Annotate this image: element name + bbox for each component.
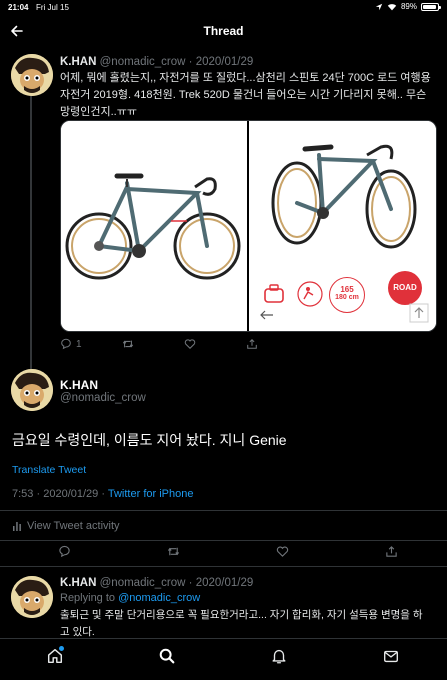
spec-strip: 165 180 cm ROAD <box>249 267 436 331</box>
tweet-date[interactable]: 2020/01/29 <box>43 488 98 500</box>
location-icon <box>375 3 383 10</box>
avatar-illustration-icon <box>11 576 53 618</box>
tweet-text-line: 어제, 뭐에 홀렸는지,, 자전거를 또 질렀다...삼천리 스핀토 24단 7… <box>60 72 431 84</box>
separator: · <box>188 577 193 589</box>
tweet-text-line: 자전거 2019형. 418천원. Trek 520D 물건너 들어오는 시간 … <box>60 89 427 101</box>
bike-side-icon <box>65 173 241 280</box>
share-icon <box>247 338 257 349</box>
rider-icon <box>297 281 323 307</box>
tweet-text: 어제, 뭐에 홀렸는지,, 자전거를 또 질렀다...삼천리 스핀토 24단 7… <box>60 70 440 121</box>
road-badge: ROAD <box>388 271 422 305</box>
battery-percent: 89% <box>400 2 417 11</box>
tweet-meta: 7:53 · 2020/01/29 · Twitter for iPhone <box>12 488 193 500</box>
avatar-illustration-icon <box>11 54 53 96</box>
heart-icon[interactable] <box>276 545 289 558</box>
tweet-text: 출퇴근 및 주말 단거리용으로 꼭 필요한거라고... 자기 합리화, 자기 설… <box>60 607 440 641</box>
retweet-button[interactable] <box>122 338 184 350</box>
notification-dot <box>59 646 64 651</box>
separator: · <box>101 488 106 500</box>
status-time: 21:04 <box>8 3 29 12</box>
replying-label: Replying to <box>60 592 116 604</box>
size-value: 165 <box>340 285 354 294</box>
author-name[interactable]: K.HAN <box>60 378 98 392</box>
battery-icon <box>421 2 441 11</box>
size-badge: 165 180 cm <box>329 277 365 313</box>
reply-count: 1 <box>76 338 82 350</box>
avatar[interactable] <box>11 54 53 96</box>
bike-photo-angle[interactable]: 165 180 cm ROAD <box>249 121 436 331</box>
arrow-left-icon <box>260 310 273 320</box>
status-date: Fri Jul 15 <box>36 3 69 12</box>
bar-chart-icon <box>13 522 21 531</box>
nav-bar: Thread <box>0 16 447 46</box>
tab-search[interactable] <box>158 647 178 667</box>
tweet-text: 금요일 수령인데, 이름도 지어 놨다. 지니 Genie <box>12 432 287 448</box>
author-handle[interactable]: @nomadic_crow <box>100 56 186 68</box>
luggage-icon <box>264 284 284 303</box>
tweet-date[interactable]: 2020/01/29 <box>196 56 254 68</box>
replying-to-link[interactable]: @nomadic_crow <box>118 592 200 604</box>
source-link[interactable]: Twitter for iPhone <box>108 488 194 500</box>
like-button[interactable] <box>184 338 246 350</box>
tab-bar <box>0 638 447 680</box>
tweet-actions: 1 <box>60 338 260 350</box>
avatar[interactable] <box>11 576 53 618</box>
tweet-text-line: 망령인건지..ㅠㅠ <box>60 106 137 118</box>
search-icon <box>159 648 175 664</box>
page-title: Thread <box>203 24 244 38</box>
tab-messages[interactable] <box>382 647 402 667</box>
divider <box>0 566 447 567</box>
author-name[interactable]: K.HAN <box>60 56 96 68</box>
bike-photo-side[interactable] <box>61 121 247 331</box>
author-handle[interactable]: @nomadic_crow <box>100 577 186 589</box>
share-button[interactable] <box>246 338 258 350</box>
reply-button[interactable]: 1 <box>60 338 122 350</box>
share-icon[interactable] <box>385 545 398 558</box>
heart-icon <box>184 339 196 350</box>
tweet-date[interactable]: 2020/01/29 <box>196 577 254 589</box>
messages-icon <box>384 650 398 663</box>
translate-link[interactable]: Translate Tweet <box>12 464 86 476</box>
tweet-media: 165 180 cm ROAD <box>60 120 437 332</box>
size-range: 180 cm <box>335 294 359 301</box>
scroll-top-icon <box>409 303 429 323</box>
reply-icon <box>61 338 71 350</box>
divider <box>0 510 447 511</box>
tweet-time[interactable]: 7:53 <box>12 488 33 500</box>
tab-notifications[interactable] <box>270 647 290 667</box>
reply-icon[interactable] <box>58 545 71 558</box>
retweet-icon[interactable] <box>167 545 180 558</box>
tweet-header: K.HAN @nomadic_crow · 2020/01/29 <box>60 56 253 68</box>
replying-to: Replying to @nomadic_crow <box>60 592 200 604</box>
author-name[interactable]: K.HAN <box>60 577 96 589</box>
author-handle[interactable]: @nomadic_crow <box>60 392 146 404</box>
view-activity-label: View Tweet activity <box>27 520 120 532</box>
separator: · <box>188 56 193 68</box>
divider <box>0 540 447 541</box>
retweet-icon <box>122 340 134 348</box>
tweet-header: K.HAN @nomadic_crow · 2020/01/29 <box>60 577 253 589</box>
thread-line <box>30 96 32 370</box>
view-activity-button[interactable]: View Tweet activity <box>12 520 120 532</box>
tweet-text-line: 출퇴근 및 주말 단거리용으로 꼭 필요한거라고... 자기 합리화, 자기 설… <box>60 609 423 621</box>
wifi-icon <box>387 3 397 10</box>
main-tweet-actions <box>58 545 398 558</box>
avatar[interactable] <box>11 369 53 411</box>
notifications-icon <box>272 649 286 664</box>
status-bar: 21:04 Fri Jul 15 89% <box>0 0 447 16</box>
status-indicators: 89% <box>375 2 441 11</box>
avatar-illustration-icon <box>11 369 53 411</box>
tab-home[interactable] <box>46 646 66 667</box>
separator: · <box>36 488 41 500</box>
